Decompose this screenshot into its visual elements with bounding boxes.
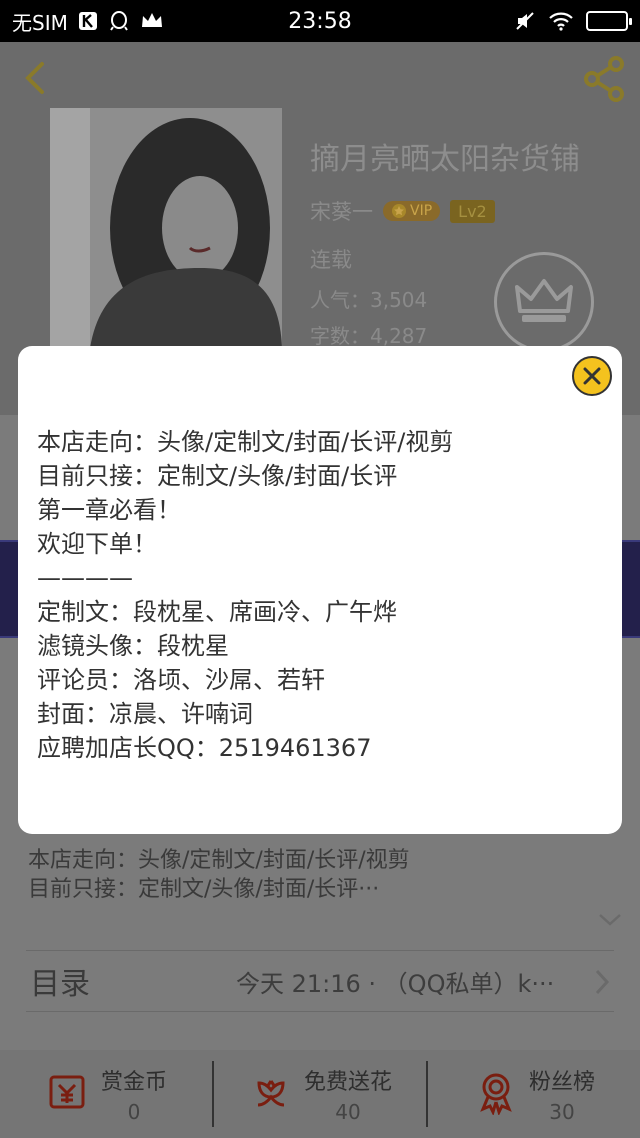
modal-line: 定制文：段枕星、席画冷、广午烨 — [37, 598, 397, 626]
modal-line: 目前只接：定制文/头像/封面/长评 — [37, 462, 398, 490]
modal-line: 评论员：洛顷、沙屌、若轩 — [37, 666, 325, 694]
intro-modal: 本店走向：头像/定制文/封面/长评/视剪 目前只接：定制文/头像/封面/长评 第… — [18, 346, 622, 834]
modal-line: ———— — [37, 564, 133, 592]
modal-line: 本店走向：头像/定制文/封面/长评/视剪 — [37, 428, 454, 456]
modal-line: 滤镜头像：段枕星 — [37, 632, 229, 660]
modal-content: 本店走向：头像/定制文/封面/长评/视剪 目前只接：定制文/头像/封面/长评 第… — [37, 425, 453, 765]
modal-line: 欢迎下单！ — [37, 530, 157, 558]
modal-line: 应聘加店长QQ：2519461367 — [37, 734, 372, 762]
modal-line: 封面：凉晨、许喃词 — [37, 700, 253, 728]
close-button[interactable] — [572, 356, 612, 396]
close-icon — [583, 367, 601, 385]
modal-line: 第一章必看！ — [37, 496, 181, 524]
